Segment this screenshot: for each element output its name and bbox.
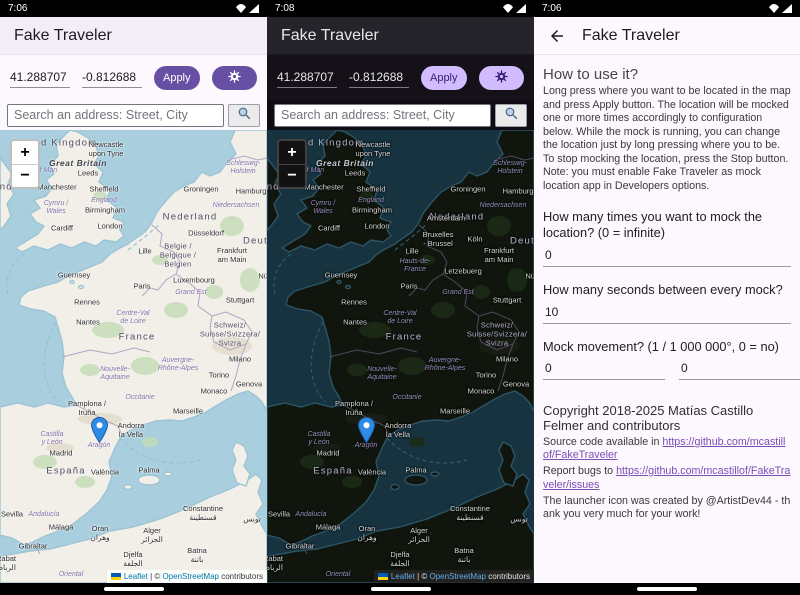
screen-map-dark: 7:08 Fake Traveler Apply [267, 0, 534, 595]
coordinates-toolbar: Apply [0, 55, 267, 100]
status-bar: 7:06 [0, 0, 267, 17]
status-bar: 7:06 [534, 0, 800, 17]
zoom-in-button[interactable]: + [279, 141, 305, 164]
gear-icon [494, 69, 509, 87]
search-input[interactable] [7, 104, 224, 127]
settings-button[interactable] [479, 66, 525, 90]
latitude-input[interactable] [10, 68, 70, 88]
longitude-input[interactable] [349, 68, 409, 88]
mock-movement-label: Mock movement? (1 / 1 000 000°, 0 = no) [543, 339, 791, 356]
how-to-body: Long press where you want to be located … [543, 85, 791, 194]
status-time: 7:06 [542, 3, 561, 14]
leaflet-link[interactable]: Leaflet [391, 572, 415, 581]
signal-icon [249, 0, 259, 18]
screenshot: 7:06 Fake Traveler Apply [0, 0, 800, 595]
mock-interval-input[interactable] [543, 299, 791, 324]
icon-credit-text: The launcher icon was created by @Artist… [543, 495, 791, 522]
mock-interval-label: How many seconds between every mock? [543, 282, 791, 299]
report-bugs-line: Report bugs to https://github.com/mcasti… [543, 465, 791, 492]
home-pill[interactable] [637, 587, 697, 591]
navigation-bar [0, 583, 267, 595]
location-marker-icon [91, 417, 108, 448]
latitude-input[interactable] [277, 68, 337, 88]
signal-icon [782, 0, 792, 18]
gear-icon [227, 69, 242, 87]
mock-movement-row [543, 355, 791, 380]
apply-button[interactable]: Apply [421, 66, 467, 90]
how-to-title: How to use it? [543, 66, 791, 83]
mock-times-label: How many times you want to mock the loca… [543, 209, 791, 242]
apply-button[interactable]: Apply [154, 66, 200, 90]
app-title: Fake Traveler [14, 27, 112, 45]
leaflet-link[interactable]: Leaflet [124, 572, 148, 581]
source-code-line: Source code available in https://github.… [543, 436, 791, 463]
about-content: How to use it? Long press where you want… [534, 55, 800, 583]
navigation-bar [267, 583, 534, 595]
zoom-out-button[interactable]: − [12, 164, 38, 187]
map-light[interactable]: + − United KingdomIrelandNederlandFrance… [0, 130, 267, 583]
search-bar [267, 100, 534, 130]
map-zoom-control: + − [277, 139, 307, 189]
navigation-bar [534, 583, 800, 595]
mock-movement-lng-input[interactable] [679, 355, 800, 380]
coordinates-toolbar: Apply [267, 55, 534, 100]
zoom-in-button[interactable]: + [12, 141, 38, 164]
status-time: 7:06 [8, 3, 27, 14]
search-button[interactable] [228, 104, 260, 127]
wifi-icon [503, 0, 513, 18]
copyright-text: Copyright 2018-2025 Matías Castillo Felm… [543, 403, 791, 434]
longitude-input[interactable] [82, 68, 142, 88]
screen-about: 7:06 Fake Traveler How to use it? Long p… [534, 0, 800, 595]
home-pill[interactable] [371, 587, 431, 591]
search-button[interactable] [495, 104, 527, 127]
search-input[interactable] [274, 104, 491, 127]
search-icon [237, 106, 252, 124]
signal-icon [516, 0, 526, 18]
map-attribution: Leaflet | © OpenStreetMap contributors [374, 570, 534, 583]
wifi-icon [769, 0, 779, 18]
mock-times-input[interactable] [543, 242, 791, 267]
screen-map-light: 7:06 Fake Traveler Apply [0, 0, 267, 595]
osm-link[interactable]: OpenStreetMap [162, 572, 218, 581]
ukraine-flag-icon [111, 573, 121, 580]
map-dark[interactable]: + − United KingdomIrelandNederlandFrance… [267, 130, 534, 583]
app-title: Fake Traveler [582, 27, 680, 45]
search-icon [504, 106, 519, 124]
app-bar: Fake Traveler [534, 17, 800, 55]
wifi-icon [236, 0, 246, 18]
app-title: Fake Traveler [281, 27, 379, 45]
map-zoom-control: + − [10, 139, 40, 189]
status-time: 7:08 [275, 3, 294, 14]
zoom-out-button[interactable]: − [279, 164, 305, 187]
map-attribution: Leaflet | © OpenStreetMap contributors [107, 570, 267, 583]
app-bar: Fake Traveler [267, 17, 534, 55]
settings-button[interactable] [212, 66, 258, 90]
app-bar: Fake Traveler [0, 17, 267, 55]
ukraine-flag-icon [378, 573, 388, 580]
mock-movement-lat-input[interactable] [543, 355, 665, 380]
home-pill[interactable] [104, 587, 164, 591]
search-bar [0, 100, 267, 130]
back-button[interactable] [548, 27, 566, 45]
osm-link[interactable]: OpenStreetMap [429, 572, 485, 581]
status-bar: 7:08 [267, 0, 534, 17]
location-marker-icon [358, 417, 375, 448]
